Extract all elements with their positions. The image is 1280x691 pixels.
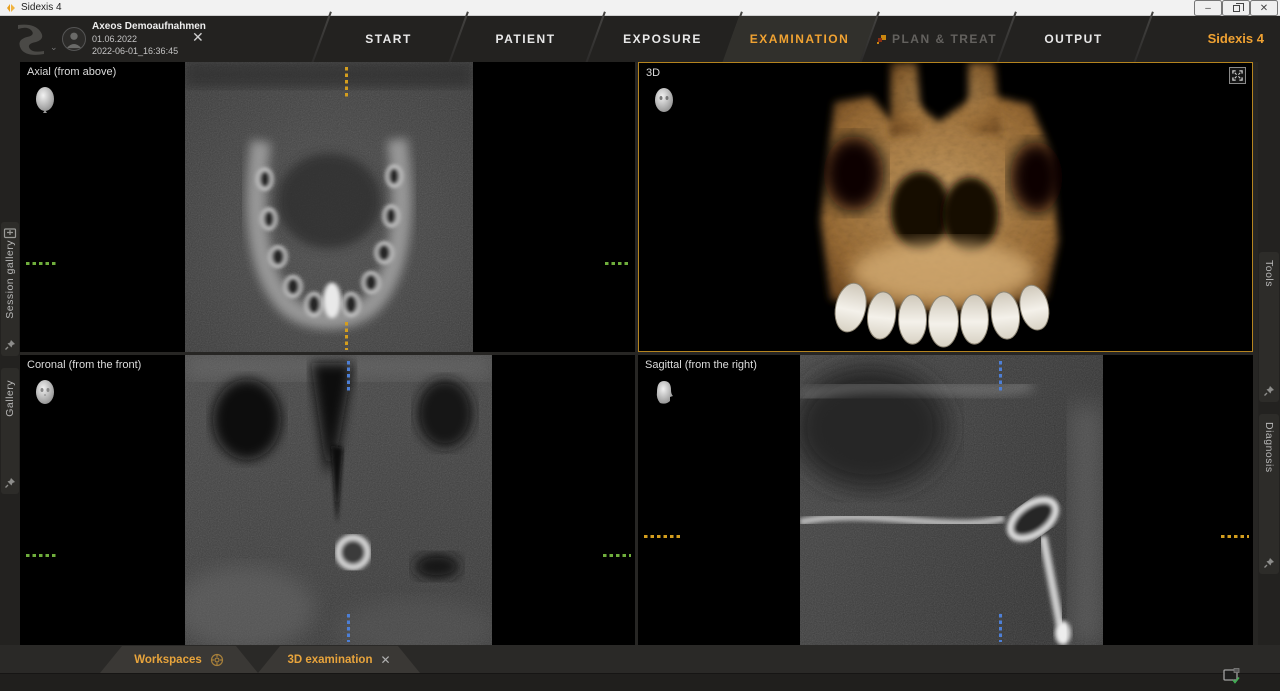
viewport-label: Coronal (from the front) bbox=[27, 359, 141, 371]
close-patient-button[interactable]: ✕ bbox=[192, 29, 204, 46]
fullscreen-icon[interactable] bbox=[1229, 67, 1246, 84]
viewport-label: 3D bbox=[646, 67, 660, 79]
sidebar-item-label: Gallery bbox=[4, 380, 16, 417]
crosshair-line[interactable] bbox=[999, 361, 1002, 391]
workspace-settings-icon bbox=[210, 653, 224, 667]
sidebar-item-label: Tools bbox=[1263, 260, 1275, 287]
viewport-coronal[interactable]: Coronal (from the front) bbox=[20, 355, 635, 645]
sidebar-item-session-gallery[interactable]: Session gallery bbox=[1, 222, 19, 356]
pin-icon[interactable] bbox=[3, 476, 17, 490]
pin-icon[interactable] bbox=[3, 338, 17, 352]
tab-output[interactable]: OUTPUT bbox=[1005, 16, 1142, 62]
patient-avatar bbox=[62, 27, 86, 51]
sidexis-logo[interactable] bbox=[14, 23, 48, 55]
left-rail: Session gallery Gallery bbox=[0, 62, 20, 645]
tab-exposure[interactable]: EXPOSURE bbox=[594, 16, 731, 62]
crosshair-line[interactable] bbox=[345, 322, 348, 350]
viewport-grid: Axial (from above) bbox=[20, 62, 1258, 645]
chevron-down-icon[interactable]: ⌄ bbox=[50, 42, 58, 53]
viewport-axial[interactable]: Axial (from above) bbox=[20, 62, 635, 352]
tab-plan-treat: PLAN & TREAT bbox=[861, 16, 1013, 62]
monitor-check-icon[interactable] bbox=[1222, 668, 1242, 686]
patient-date: 01.06.2022 bbox=[92, 33, 206, 45]
brand-label: Sidexis 4 bbox=[1208, 16, 1264, 62]
restore-button[interactable] bbox=[1222, 0, 1250, 16]
crosshair-line[interactable] bbox=[347, 614, 350, 642]
patient-info: Axeos Demoaufnahmen 01.06.2022 2022-06-0… bbox=[92, 21, 206, 57]
crosshair-line[interactable] bbox=[26, 554, 58, 557]
crosshair-line[interactable] bbox=[999, 614, 1002, 642]
crosshair-line[interactable] bbox=[1221, 535, 1249, 538]
pin-icon[interactable] bbox=[1262, 556, 1276, 570]
orientation-head-icon bbox=[652, 86, 676, 116]
sidebar-item-tools[interactable]: Tools bbox=[1259, 252, 1279, 402]
crosshair-line[interactable] bbox=[345, 67, 348, 97]
patient-name: Axeos Demoaufnahmen bbox=[92, 21, 206, 33]
orientation-head-icon bbox=[33, 378, 57, 408]
crosshair-line[interactable] bbox=[347, 361, 350, 391]
orientation-head-icon bbox=[33, 85, 57, 115]
workspace-tab-bar: Workspaces 3D examination ✕ bbox=[0, 645, 1280, 673]
sidebar-item-diagnosis[interactable]: Diagnosis bbox=[1259, 414, 1279, 574]
app-icon bbox=[6, 3, 16, 13]
tab-patient[interactable]: PATIENT bbox=[457, 16, 594, 62]
tab-workspaces[interactable]: Workspaces bbox=[100, 646, 258, 673]
main-area: Session gallery Gallery Axial (from abov… bbox=[0, 62, 1280, 645]
sidebar-item-gallery[interactable]: Gallery bbox=[1, 368, 19, 494]
window-title: Sidexis 4 bbox=[21, 2, 62, 13]
viewport-sagittal[interactable]: Sagittal (from the right) bbox=[638, 355, 1253, 645]
sidebar-item-label: Session gallery bbox=[4, 240, 16, 319]
sidebar-item-label: Diagnosis bbox=[1263, 422, 1275, 473]
patient-session: 2022-06-01_16:36:45 bbox=[92, 45, 206, 57]
orientation-head-icon bbox=[651, 378, 675, 408]
tab-3d-examination[interactable]: 3D examination ✕ bbox=[258, 646, 420, 673]
tab-examination[interactable]: EXAMINATION bbox=[731, 16, 868, 62]
crosshair-line[interactable] bbox=[644, 535, 680, 538]
plan-treat-icon bbox=[877, 35, 886, 44]
close-window-button[interactable]: ✕ bbox=[1250, 0, 1278, 16]
status-bar bbox=[0, 673, 1280, 691]
crosshair-line[interactable] bbox=[26, 262, 58, 265]
tab-start[interactable]: START bbox=[320, 16, 457, 62]
volume-render-image[interactable] bbox=[639, 63, 1252, 351]
crosshair-line[interactable] bbox=[603, 554, 631, 557]
crosshair-line[interactable] bbox=[605, 262, 631, 265]
minimize-button[interactable]: – bbox=[1194, 0, 1222, 16]
restore-icon bbox=[1233, 5, 1240, 12]
viewport-label: Axial (from above) bbox=[27, 66, 116, 78]
sagittal-ct-image[interactable] bbox=[800, 355, 1103, 645]
session-gallery-icon bbox=[3, 226, 17, 240]
close-tab-icon[interactable]: ✕ bbox=[380, 653, 390, 667]
axial-ct-image[interactable] bbox=[185, 62, 473, 352]
window-titlebar: Sidexis 4 – ✕ bbox=[0, 0, 1280, 16]
app-header: ⌄ Axeos Demoaufnahmen 01.06.2022 2022-06… bbox=[0, 16, 1280, 62]
viewport-label: Sagittal (from the right) bbox=[645, 359, 757, 371]
pin-icon[interactable] bbox=[1262, 384, 1276, 398]
right-rail: Tools Diagnosis bbox=[1258, 62, 1280, 645]
coronal-ct-image[interactable] bbox=[185, 355, 492, 645]
viewport-3d[interactable]: 3D bbox=[638, 62, 1253, 352]
